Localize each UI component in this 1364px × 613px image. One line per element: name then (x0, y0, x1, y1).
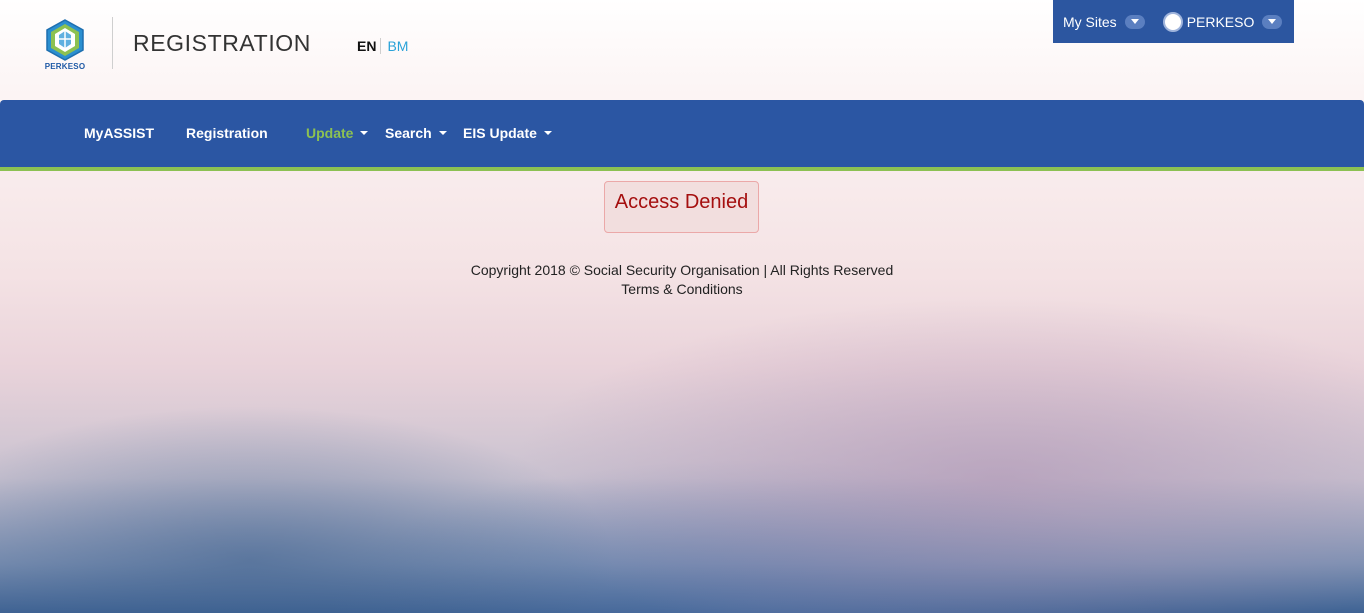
user-name: PERKESO (1186, 13, 1255, 30)
nav-item-eis-update[interactable]: EIS Update (463, 125, 552, 141)
terms-link[interactable]: Terms & Conditions (621, 281, 742, 297)
alert-message: Access Denied (614, 191, 749, 213)
my-sites-label: My Sites (1063, 13, 1117, 30)
app-title: REGISTRATION (133, 30, 312, 56)
nav-item-label: Registration (186, 125, 268, 141)
caret-down-icon (438, 131, 447, 135)
nav-item-registration[interactable]: Registration (186, 125, 268, 141)
page-footer: Copyright 2018 © Social Security Organis… (0, 261, 1364, 299)
copyright-text: Copyright 2018 © Social Security Organis… (470, 262, 894, 278)
nav-item-label: Update (306, 125, 354, 141)
nav-item-search[interactable]: Search (385, 125, 447, 141)
lang-bm-link[interactable]: BM (387, 38, 408, 54)
caret-down-icon (543, 131, 552, 135)
main-navbar: MyASSIST Registration Update Search EIS … (0, 100, 1364, 171)
user-menu-dropdown[interactable]: PERKESO (1162, 11, 1283, 32)
lang-separator (380, 38, 382, 54)
header-divider (112, 17, 113, 69)
perkeso-logo-icon (46, 19, 84, 61)
my-sites-caret-icon[interactable] (1124, 14, 1145, 29)
logo-text: PERKESO (44, 62, 86, 71)
avatar (1162, 11, 1183, 32)
perkeso-logo[interactable]: PERKESO (44, 18, 86, 72)
nav-item-update[interactable]: Update (306, 125, 369, 141)
language-switcher: EN BM (357, 38, 408, 54)
nav-item-label: Search (385, 125, 432, 141)
nav-item-myassist[interactable]: MyASSIST (84, 125, 154, 141)
lang-en-link[interactable]: EN (357, 38, 376, 54)
caret-down-icon (360, 131, 369, 135)
top-utility-bar: My Sites PERKESO (1053, 0, 1294, 43)
user-menu-caret-icon[interactable] (1262, 14, 1283, 29)
my-sites-dropdown[interactable]: My Sites (1063, 14, 1145, 30)
nav-item-label: MyASSIST (84, 125, 155, 141)
nav-item-label: EIS Update (463, 125, 537, 141)
access-denied-alert: Access Denied (604, 181, 759, 233)
